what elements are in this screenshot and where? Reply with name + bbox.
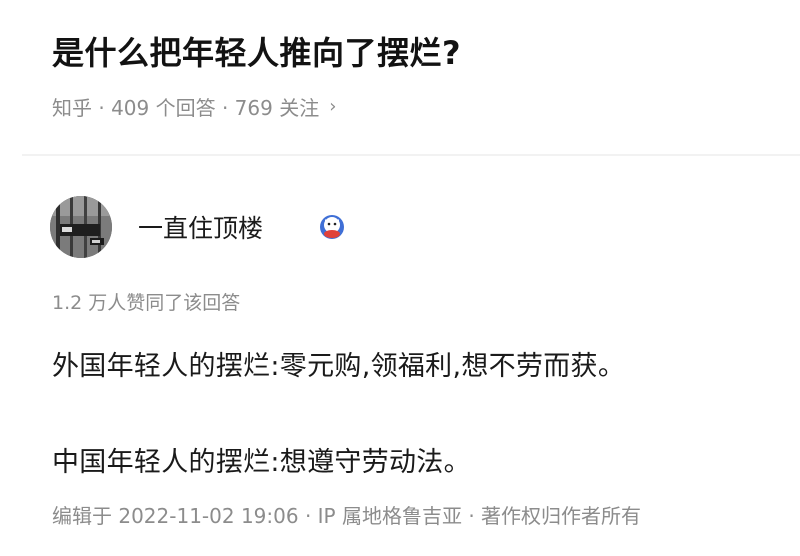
question-meta-text: 知乎 · 409 个回答 · 769 关注 (52, 96, 320, 120)
author-row: 一直住顶楼 (50, 196, 345, 258)
answer-footer-meta: 编辑于 2022-11-02 19:06 · IP 属地格鲁吉亚 · 著作权归作… (52, 504, 642, 528)
zhihu-mascot-badge-icon[interactable] (319, 214, 345, 240)
author-name[interactable]: 一直住顶楼 (138, 209, 263, 245)
upvote-count: 1.2 万人赞同了该回答 (52, 292, 241, 314)
avatar[interactable] (50, 196, 112, 258)
chevron-right-icon: › (329, 96, 337, 117)
answer-paragraph: 中国年轻人的摆烂:想遵守劳动法。 (52, 447, 471, 478)
question-meta-link[interactable]: 知乎 · 409 个回答 · 769 关注 › (52, 92, 336, 121)
answer-page: 是什么把年轻人推向了摆烂? 知乎 · 409 个回答 · 769 关注 › 一直… (0, 0, 800, 556)
question-title[interactable]: 是什么把年轻人推向了摆烂? (52, 28, 461, 74)
answer-paragraph: 外国年轻人的摆烂:零元购,领福利,想不劳而获。 (52, 351, 626, 382)
divider (22, 154, 800, 156)
